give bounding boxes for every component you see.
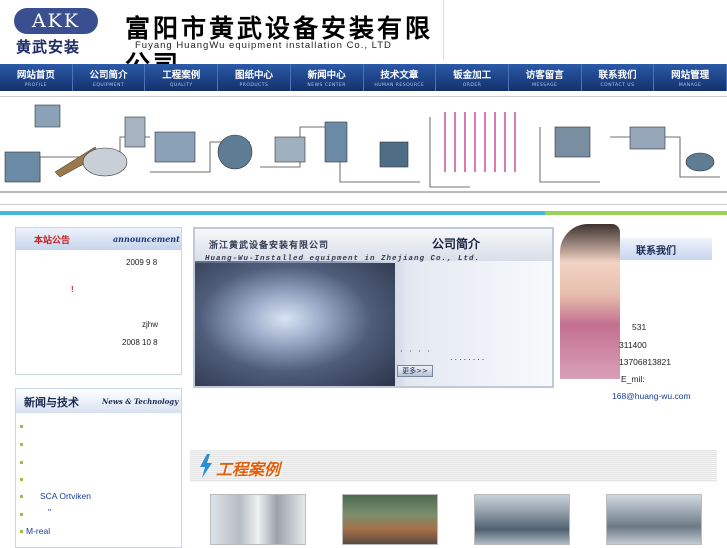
bullet-icon bbox=[20, 478, 23, 481]
nav-label: 网站管理 bbox=[671, 70, 710, 81]
contact-address: 531 bbox=[632, 322, 647, 332]
contact-title: 联系我们 bbox=[636, 246, 676, 257]
lightning-icon bbox=[200, 454, 212, 478]
news-item[interactable]: SCA Ortviken bbox=[40, 491, 91, 501]
nav-sublabel: MANAGE bbox=[678, 83, 702, 88]
bullet-icon bbox=[20, 443, 23, 446]
announcement-date: 2009 9 8 bbox=[126, 258, 158, 267]
process-diagram-banner bbox=[0, 96, 727, 205]
news-item[interactable]: M-real bbox=[26, 526, 50, 536]
contact-email-label: E_mil: bbox=[621, 374, 645, 384]
announcement-header: 本站公告 announcement bbox=[16, 228, 181, 250]
main-nav: 网站首页 PROFILE 公司简介 EQUIPMENT 工程案例 QUALITY 图纸… bbox=[0, 64, 727, 91]
nav-item-sheet-metal[interactable]: 钣金加工 ORDER bbox=[436, 64, 509, 91]
nav-label: 网站首页 bbox=[16, 70, 55, 81]
nav-item-cases[interactable]: 工程案例 QUALITY bbox=[145, 64, 219, 91]
intro-company-name: 浙江黄武设备安装有限公司 bbox=[209, 241, 330, 251]
bullet-icon bbox=[20, 425, 23, 428]
bullet-icon bbox=[20, 461, 23, 464]
nav-label: 新闻中心 bbox=[307, 70, 346, 81]
logo[interactable]: AKK bbox=[14, 8, 98, 34]
cases-header: 工程案例 bbox=[190, 450, 717, 482]
divider-stripe bbox=[545, 211, 727, 215]
nav-label: 图纸中心 bbox=[234, 70, 273, 81]
nav-item-articles[interactable]: 技术文章 HUMAN RESOURCE bbox=[364, 64, 437, 91]
announcement-date: 2008 10 8 bbox=[122, 338, 158, 347]
announcement-title: 本站公告 bbox=[34, 236, 71, 246]
nav-label: 钣金加工 bbox=[453, 70, 492, 81]
nav-sublabel: MESSAGE bbox=[532, 83, 558, 88]
nav-label: 公司简介 bbox=[89, 70, 128, 81]
bullet-icon bbox=[20, 530, 23, 533]
case-thumbnail[interactable] bbox=[342, 494, 438, 545]
nav-label: 工程案例 bbox=[162, 70, 201, 81]
nav-item-drawings[interactable]: 图纸中心 PRODUCTS bbox=[218, 64, 291, 91]
contact-postcode: 311400 bbox=[619, 340, 647, 350]
intro-section-title: 公司简介 bbox=[432, 237, 481, 251]
news-header: 新闻与技术 News & Technology bbox=[16, 389, 181, 413]
contact-panel: 联系我们 531 311400 13706813821 E_mil: bbox=[560, 224, 713, 386]
company-intro-panel: 浙江黄武设备安装有限公司 公司简介 Huang-Wu-Installed equ… bbox=[193, 227, 554, 388]
site-header: AKK 黄武安装 富阳市黄武设备安装有限公司 Fuyang HuangWu eq… bbox=[0, 0, 444, 79]
announcement-mark: ! bbox=[71, 285, 74, 294]
bullet-icon bbox=[20, 513, 23, 516]
nav-sublabel: PROFILE bbox=[24, 83, 47, 88]
announcement-panel: 本站公告 announcement 2009 9 8 ! zjhw 2008 1… bbox=[15, 227, 182, 375]
news-title-en: News & Technology bbox=[102, 397, 179, 406]
receptionist-photo bbox=[560, 224, 620, 379]
company-name-en: Fuyang HuangWu equipment installation Co… bbox=[135, 40, 392, 51]
nav-item-home[interactable]: 网站首页 PROFILE bbox=[0, 64, 73, 91]
nav-sublabel: QUALITY bbox=[169, 83, 193, 88]
nav-sublabel: PRODUCTS bbox=[239, 83, 269, 88]
process-diagram-illustration bbox=[0, 104, 727, 193]
case-thumbnail[interactable] bbox=[210, 494, 306, 545]
more-button[interactable]: 更多>> bbox=[397, 365, 433, 377]
contact-phone: 13706813821 bbox=[619, 357, 672, 367]
nav-label: 联系我们 bbox=[598, 70, 637, 81]
news-panel: 新闻与技术 News & Technology SCA Ortviken " M… bbox=[15, 388, 182, 548]
announcement-author: zjhw bbox=[142, 320, 159, 329]
nav-sublabel: CONTACT US bbox=[600, 83, 635, 88]
nav-item-news[interactable]: 新闻中心 NEWS CENTER bbox=[291, 64, 364, 91]
news-title: 新闻与技术 bbox=[24, 396, 79, 409]
welding-photo bbox=[195, 263, 395, 386]
nav-item-guestbook[interactable]: 访客留言 MESSAGE bbox=[509, 64, 582, 91]
nav-item-about[interactable]: 公司简介 EQUIPMENT bbox=[73, 64, 146, 91]
nav-sublabel: EQUIPMENT bbox=[93, 83, 125, 88]
contact-header: 联系我们 bbox=[620, 238, 712, 260]
nav-sublabel: HUMAN RESOURCE bbox=[374, 83, 425, 88]
nav-item-contact[interactable]: 联系我们 CONTACT US bbox=[582, 64, 655, 91]
intro-text-placeholder: ........ bbox=[450, 353, 487, 362]
contact-email-link[interactable]: 168@huang-wu.com bbox=[612, 391, 691, 401]
divider-stripe bbox=[0, 211, 545, 215]
announcement-title-en: announcement bbox=[113, 234, 180, 244]
case-thumbnail[interactable] bbox=[474, 494, 570, 545]
news-item[interactable]: " bbox=[48, 507, 51, 517]
nav-label: 访客留言 bbox=[525, 70, 564, 81]
intro-company-name-en: Huang-Wu-Installed equipment in Zhejiang… bbox=[205, 255, 481, 263]
cases-title: 工程案例 bbox=[216, 460, 281, 479]
bullet-icon bbox=[20, 495, 23, 498]
logo-caption: 黄武安装 bbox=[16, 38, 81, 56]
nav-sublabel: NEWS CENTER bbox=[307, 83, 346, 88]
intro-text-placeholder: · · · · bbox=[400, 347, 432, 356]
case-thumbnail[interactable] bbox=[606, 494, 702, 545]
nav-item-admin[interactable]: 网站管理 MANAGE bbox=[654, 64, 727, 91]
nav-sublabel: ORDER bbox=[462, 83, 482, 88]
nav-label: 技术文章 bbox=[380, 70, 419, 81]
